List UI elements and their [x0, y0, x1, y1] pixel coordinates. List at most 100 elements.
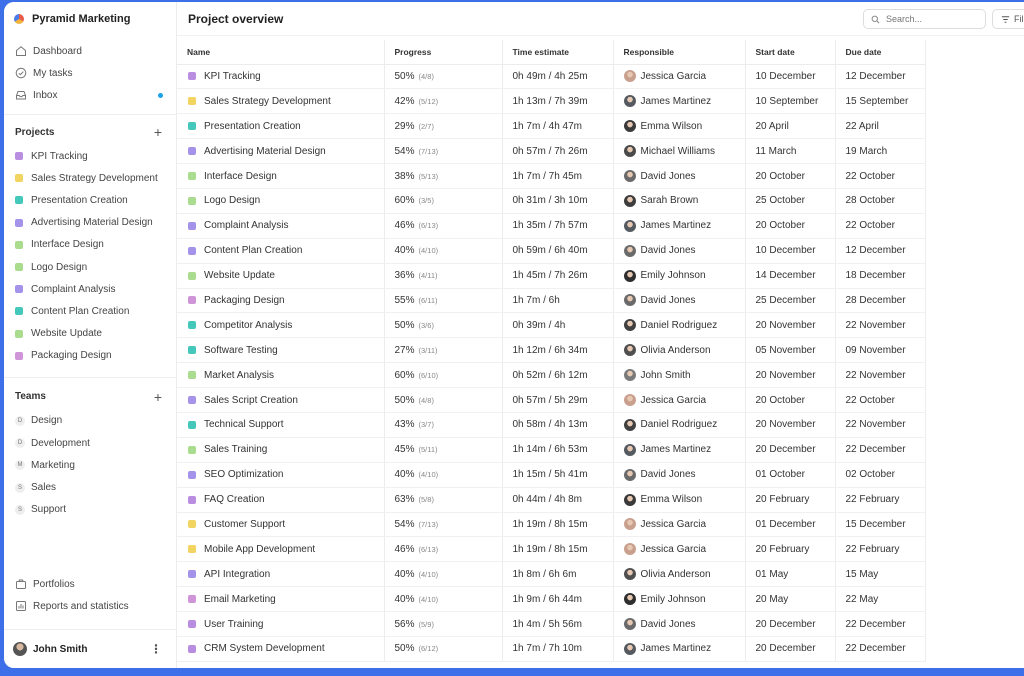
filter-button[interactable]: Fil	[992, 9, 1024, 29]
project-name[interactable]: Sales Training	[204, 444, 267, 455]
project-name[interactable]: Technical Support	[204, 419, 284, 430]
table-row[interactable]: Technical Support 43% (3/7) 0h 58m / 4h 13m…	[177, 412, 926, 438]
table-row[interactable]: CRM System Development 50% (6/12) 1h 7m / 7…	[177, 636, 926, 662]
project-name[interactable]: Packaging Design	[204, 295, 285, 306]
sidebar-item-team[interactable]: D Design	[4, 410, 176, 432]
column-header-progress[interactable]: Progress	[384, 40, 503, 65]
nav-item-my-tasks[interactable]: My tasks	[4, 62, 176, 84]
project-list: KPI Tracking Sales Strategy Development Pr…	[4, 145, 176, 367]
project-name[interactable]: Market Analysis	[204, 370, 274, 381]
column-header-name[interactable]: Name	[177, 40, 385, 65]
responsible-cell: John Smith	[623, 369, 745, 382]
table-row[interactable]: Advertising Material Design 54% (7/13) 0h 5…	[177, 138, 926, 165]
sidebar-item-project[interactable]: Interface Design	[4, 234, 176, 256]
add-project-button[interactable]: +	[154, 124, 162, 140]
project-name[interactable]: KPI Tracking	[204, 71, 261, 82]
nav-item-dashboard[interactable]: Dashboard	[4, 40, 176, 62]
project-name[interactable]: Presentation Creation	[204, 121, 301, 132]
table-row[interactable]: Sales Script Creation 50% (4/8) 0h 57m / 5h…	[177, 387, 926, 413]
cell-responsible: James Martinez	[613, 636, 746, 662]
sidebar-item-project[interactable]: Sales Strategy Development	[4, 167, 176, 189]
nav-item-reports[interactable]: Reports and statistics	[4, 595, 176, 617]
table-row[interactable]: Customer Support 54% (7/13) 1h 19m / 8h 15m…	[177, 512, 926, 538]
sidebar-item-project[interactable]: Logo Design	[4, 256, 176, 278]
project-name[interactable]: User Training	[204, 619, 263, 630]
column-header-responsible[interactable]: Responsible	[613, 40, 746, 65]
project-name[interactable]: Email Marketing	[204, 594, 276, 605]
table-row[interactable]: Competitor Analysis 50% (3/6) 0h 39m / 4h Da…	[177, 312, 926, 339]
table-row[interactable]: Software Testing 27% (3/11) 1h 12m / 6h 34m…	[177, 337, 926, 364]
project-name[interactable]: CRM System Development	[204, 643, 325, 654]
project-name[interactable]: Content Plan Creation	[204, 245, 302, 256]
sidebar-item-project[interactable]: Packaging Design	[4, 345, 176, 367]
sidebar-item-team[interactable]: S Support	[4, 499, 176, 521]
project-name[interactable]: Interface Design	[204, 171, 277, 182]
project-name[interactable]: FAQ Creation	[204, 494, 265, 505]
progress-fraction: (7/13)	[418, 146, 439, 156]
sidebar-item-project[interactable]: Presentation Creation	[4, 189, 176, 211]
table-row[interactable]: Content Plan Creation 40% (4/10) 0h 59m / 6…	[177, 238, 926, 264]
table-row[interactable]: Sales Training 45% (5/11) 1h 14m / 6h 53m Ja…	[177, 437, 926, 463]
table-row[interactable]: Sales Strategy Development 42% (5/12) 1h 13…	[177, 88, 926, 115]
search-input[interactable]	[886, 14, 976, 24]
project-name[interactable]: API Integration	[204, 569, 270, 580]
workspace-switcher[interactable]: Pyramid Marketing	[4, 2, 176, 36]
progress-percent: 29%	[394, 120, 415, 132]
sidebar-item-team[interactable]: M Marketing	[4, 454, 176, 476]
sidebar-item-project[interactable]: Content Plan Creation	[4, 300, 176, 322]
table-row[interactable]: Website Update 36% (4/11) 1h 45m / 7h 26m Em…	[177, 263, 926, 289]
table-row[interactable]: User Training 56% (5/9) 1h 4m / 5h 56m David…	[177, 611, 926, 637]
project-name[interactable]: Website Update	[204, 270, 275, 281]
project-color-swatch	[188, 570, 196, 579]
project-name[interactable]: Competitor Analysis	[204, 320, 292, 331]
nav-item-portfolios[interactable]: Portfolios	[4, 573, 176, 595]
cell-time-estimate: 0h 59m / 6h 40m	[502, 238, 614, 264]
cell-time-estimate: 1h 7m / 7h 45m	[502, 163, 614, 189]
progress-percent: 60%	[394, 369, 415, 381]
project-name[interactable]: Mobile App Development	[204, 544, 315, 555]
sidebar-item-project[interactable]: Website Update	[4, 323, 176, 345]
cell-name: Packaging Design	[177, 288, 385, 314]
table-row[interactable]: KPI Tracking 50% (4/8) 0h 49m / 4h 25m Jessi…	[177, 64, 926, 90]
add-team-button[interactable]: +	[154, 389, 162, 405]
table-row[interactable]: Interface Design 38% (5/13) 1h 7m / 7h 45m D…	[177, 163, 926, 189]
table-row[interactable]: Mobile App Development 46% (6/13) 1h 19m / …	[177, 536, 926, 563]
column-header-due-date[interactable]: Due date	[835, 40, 926, 65]
table-row[interactable]: FAQ Creation 63% (5/8) 0h 44m / 4h 8m Emma W…	[177, 487, 926, 513]
avatar	[13, 642, 27, 656]
responsible-cell: Daniel Rodriguez	[623, 319, 745, 332]
project-name[interactable]: Software Testing	[204, 345, 278, 356]
sidebar-item-project[interactable]: KPI Tracking	[4, 145, 176, 167]
project-name[interactable]: Sales Strategy Development	[204, 96, 331, 107]
table-row[interactable]: Presentation Creation 29% (2/7) 1h 7m / 4h …	[177, 113, 926, 140]
table-row[interactable]: API Integration 40% (4/10) 1h 8m / 6h 6m Oli…	[177, 561, 926, 588]
column-header-start-date[interactable]: Start date	[745, 40, 836, 65]
project-color-swatch	[188, 495, 196, 504]
sidebar-item-project[interactable]: Complaint Analysis	[4, 278, 176, 300]
progress-percent: 63%	[394, 494, 415, 506]
project-name[interactable]: Complaint Analysis	[204, 220, 288, 231]
project-name[interactable]: Customer Support	[204, 519, 285, 530]
table-row[interactable]: SEO Optimization 40% (4/10) 1h 15m / 5h 41m…	[177, 462, 926, 488]
sidebar-item-team[interactable]: S Sales	[4, 476, 176, 498]
table-row[interactable]: Complaint Analysis 46% (6/13) 1h 35m / 7h 5…	[177, 213, 926, 239]
team-initial-badge: D	[15, 415, 25, 426]
project-name[interactable]: SEO Optimization	[204, 469, 283, 480]
table-row[interactable]: Logo Design 60% (3/5) 0h 31m / 3h 10m Sarah …	[177, 188, 926, 214]
table-row[interactable]: Email Marketing 40% (4/10) 1h 9m / 6h 44m Em…	[177, 586, 926, 613]
nav-label: Reports and statistics	[33, 600, 129, 612]
project-name[interactable]: Advertising Material Design	[204, 146, 326, 157]
sidebar-item-team[interactable]: D Development	[4, 432, 176, 454]
sidebar-item-project[interactable]: Advertising Material Design	[4, 212, 176, 234]
cell-progress: 50% (6/12)	[384, 636, 503, 662]
responsible-cell: David Jones	[623, 170, 745, 182]
cell-responsible: Jessica Garcia	[613, 387, 746, 413]
project-name[interactable]: Sales Script Creation	[204, 395, 298, 406]
table-row[interactable]: Market Analysis 60% (6/10) 0h 52m / 6h 12m J…	[177, 362, 926, 389]
project-name[interactable]: Logo Design	[204, 195, 260, 206]
column-header-time-estimate[interactable]: Time estimate	[502, 40, 614, 65]
user-profile[interactable]: John Smith ⋮	[4, 629, 176, 668]
nav-item-inbox[interactable]: Inbox	[4, 84, 176, 106]
table-row[interactable]: Packaging Design 55% (6/11) 1h 7m / 6h David…	[177, 288, 926, 314]
more-options-icon[interactable]: ⋮	[150, 642, 162, 656]
